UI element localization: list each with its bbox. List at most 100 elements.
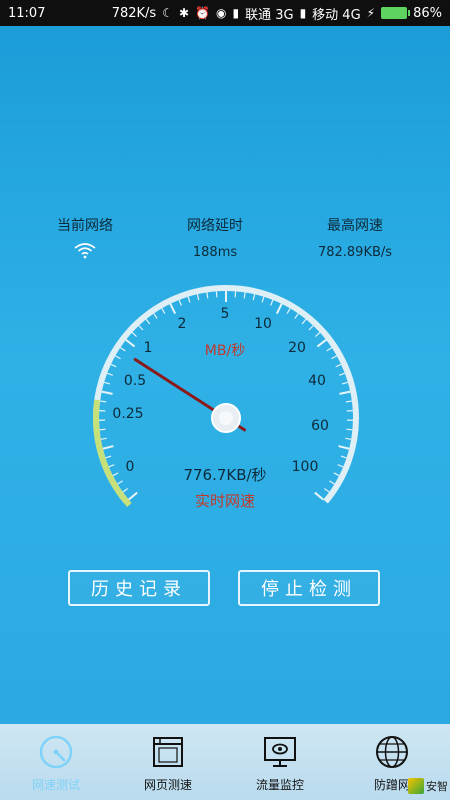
current-network-label: 当前网络 [57, 218, 113, 234]
gauge-tick [114, 355, 121, 360]
current-speed-label: 实时网速 [195, 492, 255, 510]
gauge-tick [314, 491, 324, 501]
gauge-tick [110, 363, 117, 368]
gauge-tick [99, 428, 106, 431]
gauge-tick-labels: 0 0.25 0.5 1 2 5 10 20 40 60 100 [112, 306, 329, 475]
moon-icon: ☾ [162, 6, 173, 20]
gauge-tick [122, 488, 129, 493]
gauge-tick [252, 294, 256, 301]
gauge-tick [337, 464, 344, 468]
gauge-tick-label: 20 [288, 340, 306, 356]
nav-speed-test-label: 网速测试 [31, 778, 80, 792]
gauge-tick [340, 455, 347, 459]
gauge-tick [178, 299, 182, 306]
network-info-row: 当前网络 网络延时 188ms 最高网速 782.89KB/s [0, 215, 450, 275]
gauge-tick [315, 332, 321, 337]
latency-label: 网络延时 [187, 218, 243, 234]
latency-value: 188ms [192, 245, 238, 260]
gauge-tick [294, 313, 299, 319]
gauge-tick [187, 296, 191, 303]
monitor-icon [264, 737, 296, 767]
charging-icon: ⚡ [366, 6, 376, 20]
gauge-tick [341, 381, 349, 385]
nav-speed-test[interactable]: 网速测试 [0, 724, 112, 800]
history-button[interactable]: 历史记录 [68, 570, 210, 606]
signal-icon: ▮ [232, 6, 240, 20]
stop-detection-button[interactable]: 停止检测 [238, 570, 380, 606]
gauge-tick [243, 292, 246, 299]
nav-web-speed[interactable]: 网页测速 [112, 724, 224, 800]
gauge-tick [335, 363, 342, 368]
gauge-tick [101, 390, 113, 395]
gauge-tick [125, 339, 136, 348]
watermark-text: 安智 [426, 780, 448, 793]
gauge-tick [308, 325, 314, 331]
status-bar: 11:07 782K/s ☾ ✱ ⏰ ◉ ▮ 联通 3G ▮ 移动 4G ⚡ 8… [0, 0, 450, 26]
gauge-tick [196, 294, 200, 301]
status-icons: 782K/s ☾ ✱ ⏰ ◉ ▮ 联通 3G ▮ 移动 4G ⚡ 86% [112, 4, 442, 23]
gauge-tick [103, 381, 111, 385]
gauge-tick [275, 303, 283, 315]
speed-gauge: 0 0.25 0.5 1 2 5 10 20 40 60 100 MB/秒 776.7KB/秒 实时… [93, 285, 359, 510]
gauge-tick [339, 372, 346, 376]
globe-icon [376, 736, 408, 768]
wifi-icon [74, 243, 96, 259]
gauge-tick [138, 325, 144, 331]
gauge-tick [323, 488, 330, 493]
max-speed-label: 最高网速 [327, 218, 383, 234]
current-network: 当前网络 [10, 215, 160, 259]
gauge-tick [270, 299, 274, 306]
carrier-mobile: 移动 4G [312, 7, 361, 23]
current-speed-value: 776.7KB/秒 [183, 466, 266, 484]
gauge-tick [119, 347, 126, 352]
nav-traffic-monitor[interactable]: 流量监控 [224, 724, 336, 800]
alarm-icon: ⏰ [195, 6, 210, 20]
gauge-tick-label: 5 [221, 306, 230, 322]
nav-traffic-monitor-label: 流量监控 [255, 778, 304, 792]
gauge-tick [301, 318, 307, 325]
max-speed: 最高网速 782.89KB/s [280, 215, 430, 260]
gauge-tick [326, 347, 333, 352]
gauge-tick [153, 313, 158, 319]
gauge-tick-label: 10 [254, 316, 272, 332]
gauge-tick [339, 390, 351, 395]
gauge-tick [345, 400, 352, 403]
battery-percent: 86% [413, 5, 442, 21]
bluetooth-icon: ✱ [178, 6, 190, 20]
gauge-tick [331, 355, 338, 360]
gauge-tick-label: 2 [178, 316, 187, 332]
speedometer-icon [39, 735, 73, 769]
gauge-tick [345, 437, 352, 440]
gauge-tick [316, 339, 327, 348]
needle-hub-center [219, 411, 233, 425]
net-speed: 782K/s [111, 5, 157, 21]
anzhi-logo-icon [408, 778, 424, 794]
gauge-tick [161, 308, 166, 314]
gauge-tick [106, 372, 113, 376]
gauge-tick [108, 464, 115, 468]
gauge-tick [338, 445, 350, 450]
gauge-tick [346, 428, 353, 431]
gauge-tick-label: 0.5 [124, 373, 146, 389]
max-speed-value: 782.89KB/s [317, 245, 393, 260]
status-time: 11:07 [8, 5, 46, 21]
gauge-tick-label: 1 [144, 340, 153, 356]
gauge-unit: MB/秒 [205, 343, 245, 359]
gauge-tick [112, 472, 119, 477]
nav-web-speed-label: 网页测速 [143, 778, 192, 792]
gauge-tick-label: 100 [292, 459, 319, 475]
wifi-status-icon: ◉ [215, 6, 227, 20]
gauge-tick [105, 455, 112, 459]
gauge-tick-label: 0.25 [112, 406, 143, 422]
gauge-tick [128, 491, 138, 501]
signal-icon: ▮ [299, 6, 307, 20]
gauge-tick [145, 318, 151, 325]
gauge-tick [100, 400, 107, 403]
carrier-unicom: 联通 3G [245, 7, 294, 23]
bottom-nav: 网速测试 网页测速 流量监控 防蹭网 安智 [0, 724, 450, 800]
gauge-tick [169, 303, 177, 315]
browser-window-icon [153, 737, 183, 767]
gauge-tick [131, 332, 137, 337]
gauge-tick [206, 292, 209, 299]
gauge-tick-label: 0 [126, 459, 135, 475]
